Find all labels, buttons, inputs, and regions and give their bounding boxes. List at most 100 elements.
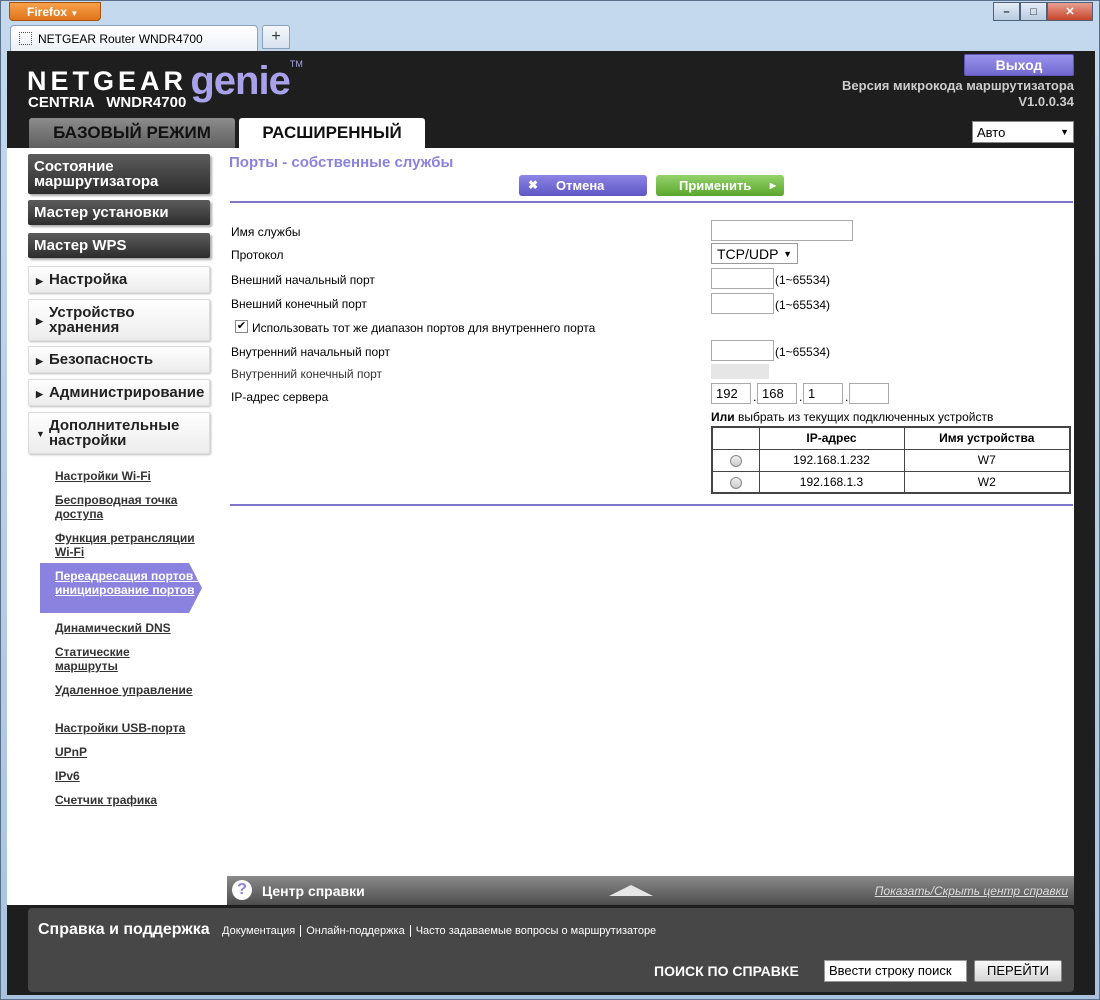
support-title: Справка и поддержка bbox=[38, 921, 210, 938]
sidebar-link-static-routes[interactable]: Статические маршруты bbox=[55, 645, 195, 673]
same-range-label: Использовать тот же диапазон портов для … bbox=[252, 321, 596, 335]
chevron-right-icon: ▶ bbox=[36, 356, 43, 366]
sidebar-section-setup[interactable]: ▶ Настройка bbox=[28, 266, 210, 293]
tab-basic[interactable]: БАЗОВЫЙ РЕЖИМ bbox=[29, 118, 235, 148]
model-name: CENTRIA WNDR4700 bbox=[28, 94, 187, 111]
sidebar-link-access-point[interactable]: Беспроводная точка доступа bbox=[55, 493, 195, 521]
sidebar-link-port-forwarding[interactable]: Переадресация портов / инициирование пор… bbox=[40, 563, 202, 613]
tab-advanced[interactable]: РАСШИРЕННЫЙ bbox=[239, 118, 425, 148]
int-end-port-readonly bbox=[711, 364, 769, 379]
ext-end-port-input[interactable] bbox=[711, 293, 774, 314]
page-content: NETGEAR genieTM CENTRIA WNDR4700 Выход В… bbox=[7, 51, 1095, 995]
language-select[interactable]: Авто ▼ bbox=[972, 121, 1074, 143]
ip-octet-3[interactable]: 1 bbox=[803, 383, 843, 404]
int-end-port-label: Внутренний конечный порт bbox=[231, 367, 383, 381]
tab-bar: NETGEAR Router WNDR4700 + bbox=[10, 25, 290, 51]
sidebar-link-upnp[interactable]: UPnP bbox=[55, 745, 195, 759]
sidebar-setup-wizard[interactable]: Мастер установки bbox=[28, 200, 210, 225]
support-links: Документация Онлайн-поддержка Часто зада… bbox=[222, 925, 661, 937]
ext-start-port-input[interactable] bbox=[711, 268, 774, 289]
int-start-port-input[interactable] bbox=[711, 340, 774, 361]
main-panel: Порты - собственные службы ✖ Отмена Приме… bbox=[227, 148, 1074, 876]
sidebar-wps-wizard[interactable]: Мастер WPS bbox=[28, 233, 210, 258]
table-header-row: IP-адрес Имя устройства bbox=[711, 426, 1071, 450]
sidebar-section-storage[interactable]: ▶ Устройство хранения bbox=[28, 299, 210, 341]
close-icon: ✖ bbox=[528, 178, 539, 192]
sidebar-section-security[interactable]: ▶ Безопасность bbox=[28, 346, 210, 373]
search-help-label: ПОИСК ПО СПРАВКЕ bbox=[654, 963, 799, 979]
service-name-label: Имя службы bbox=[231, 225, 301, 239]
minimize-button[interactable]: – bbox=[993, 2, 1020, 21]
logout-button[interactable]: Выход bbox=[964, 54, 1074, 76]
support-footer: Справка и поддержка Документация Онлайн-… bbox=[28, 908, 1074, 992]
chevron-right-icon: ▶ bbox=[36, 276, 43, 286]
range-hint: (1~65534) bbox=[775, 345, 831, 359]
sidebar-link-usb-settings[interactable]: Настройки USB-порта bbox=[55, 721, 195, 735]
table-row: 192.168.1.3 W2 bbox=[711, 470, 1071, 494]
close-window-button[interactable]: ✕ bbox=[1047, 2, 1093, 21]
device-ip: 192.168.1.232 bbox=[758, 448, 905, 472]
ip-octet-2[interactable]: 168 bbox=[757, 383, 797, 404]
device-table: IP-адрес Имя устройства 192.168.1.232 W7… bbox=[711, 426, 1071, 494]
sidebar: Состояние маршрутизатора Мастер установк… bbox=[7, 148, 227, 905]
firmware-version: V1.0.0.34 bbox=[1018, 94, 1074, 109]
sidebar-link-ddns[interactable]: Динамический DNS bbox=[55, 621, 195, 635]
new-tab-button[interactable]: + bbox=[262, 25, 290, 49]
col-ip-header: IP-адрес bbox=[758, 426, 905, 450]
sidebar-link-traffic-meter[interactable]: Счетчик трафика bbox=[55, 793, 195, 807]
int-start-port-label: Внутренний начальный порт bbox=[231, 345, 391, 359]
range-hint: (1~65534) bbox=[775, 273, 831, 287]
table-row: 192.168.1.232 W7 bbox=[711, 448, 1071, 472]
service-name-input[interactable] bbox=[711, 220, 853, 241]
ext-end-port-label: Внешний конечный порт bbox=[231, 297, 367, 311]
firefox-menu-button[interactable]: Firefox ▼ bbox=[9, 2, 101, 21]
sidebar-link-remote-mgmt[interactable]: Удаленное управление bbox=[55, 683, 195, 697]
ip-octet-1[interactable]: 192 bbox=[711, 383, 751, 404]
page-icon bbox=[19, 32, 32, 45]
divider bbox=[230, 201, 1073, 203]
go-button[interactable]: ПЕРЕЙТИ bbox=[974, 960, 1062, 982]
device-name: W2 bbox=[903, 470, 1071, 494]
protocol-select[interactable]: TCP/UDP ▼ bbox=[711, 243, 798, 264]
search-input[interactable]: Ввести строку поиск bbox=[824, 960, 967, 982]
chevron-down-icon: ▼ bbox=[1060, 127, 1069, 137]
toggle-help-link[interactable]: Показать/Скрыть центр справки bbox=[875, 884, 1068, 898]
chevron-right-icon: ▶ bbox=[769, 181, 776, 190]
tab-title: NETGEAR Router WNDR4700 bbox=[38, 31, 203, 46]
device-name: W7 bbox=[903, 448, 1071, 472]
divider bbox=[230, 504, 1073, 506]
help-icon: ? bbox=[232, 880, 252, 900]
device-ip: 192.168.1.3 bbox=[758, 470, 905, 494]
sidebar-link-wifi-settings[interactable]: Настройки Wi-Fi bbox=[55, 469, 195, 483]
window-controls: – □ ✕ bbox=[993, 2, 1093, 21]
sidebar-router-status[interactable]: Состояние маршрутизатора bbox=[28, 154, 210, 194]
chevron-down-icon: ▼ bbox=[36, 429, 45, 439]
device-radio[interactable] bbox=[729, 454, 742, 467]
chevron-down-icon: ▼ bbox=[783, 248, 792, 259]
firmware-label: Версия микрокода маршрутизатора bbox=[842, 78, 1074, 93]
link-documentation[interactable]: Документация bbox=[222, 925, 300, 937]
protocol-label: Протокол bbox=[231, 248, 284, 262]
or-select-label: Или выбрать из текущих подключенных устр… bbox=[711, 410, 994, 424]
maximize-button[interactable]: □ bbox=[1020, 2, 1047, 21]
sidebar-link-wifi-repeater[interactable]: Функция ретрансляции Wi-Fi bbox=[55, 531, 195, 559]
range-hint: (1~65534) bbox=[775, 298, 831, 312]
chevron-down-icon: ▼ bbox=[70, 9, 79, 18]
link-faq[interactable]: Часто задаваемые вопросы о маршрутизатор… bbox=[409, 925, 662, 937]
device-radio[interactable] bbox=[729, 476, 742, 489]
apply-button[interactable]: Применить ▶ bbox=[656, 175, 784, 196]
server-ip-label: IP-адрес сервера bbox=[231, 390, 329, 404]
expand-up-icon[interactable] bbox=[609, 885, 653, 896]
same-range-checkbox[interactable]: ✔ bbox=[235, 320, 248, 333]
col-device-name-header: Имя устройства bbox=[903, 426, 1071, 450]
browser-tab[interactable]: NETGEAR Router WNDR4700 bbox=[10, 25, 258, 51]
help-center-bar: ? Центр справки Показать/Скрыть центр сп… bbox=[227, 876, 1074, 905]
sidebar-link-ipv6[interactable]: IPv6 bbox=[55, 769, 195, 783]
sidebar-section-advanced[interactable]: ▼ Дополнительные настройки bbox=[28, 412, 210, 454]
sidebar-section-admin[interactable]: ▶ Администрирование bbox=[28, 379, 210, 406]
link-online-support[interactable]: Онлайн-поддержка bbox=[300, 925, 409, 937]
ext-start-port-label: Внешний начальный порт bbox=[231, 273, 375, 287]
cancel-button[interactable]: ✖ Отмена bbox=[519, 175, 647, 196]
browser-window: Firefox ▼ – □ ✕ NETGEAR Router WNDR4700 … bbox=[0, 0, 1100, 1000]
ip-octet-4[interactable] bbox=[849, 383, 889, 404]
